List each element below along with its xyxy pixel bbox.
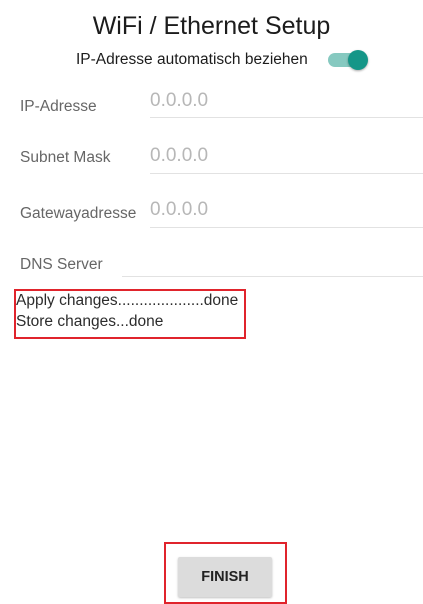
- ip-address-row: IP-Adresse 0.0.0.0: [0, 84, 423, 124]
- dns-server-label: DNS Server: [20, 256, 103, 273]
- ip-address-label: IP-Adresse: [20, 98, 97, 115]
- status-store-changes: Store changes...done: [16, 313, 164, 330]
- subnet-mask-field[interactable]: 0.0.0.0: [150, 145, 208, 167]
- status-apply-changes: Apply changes....................done: [16, 292, 239, 309]
- subnet-mask-label: Subnet Mask: [20, 149, 111, 166]
- dhcp-toggle-switch[interactable]: [324, 48, 372, 72]
- dns-server-underline: [122, 276, 423, 277]
- gateway-field[interactable]: 0.0.0.0: [150, 199, 208, 221]
- ip-address-field[interactable]: 0.0.0.0: [150, 90, 208, 112]
- subnet-mask-row: Subnet Mask 0.0.0.0: [0, 139, 423, 179]
- subnet-mask-underline: [150, 173, 423, 174]
- dns-server-row: DNS Server: [0, 249, 423, 289]
- dhcp-setting-row: IP-Adresse automatisch beziehen: [0, 48, 423, 72]
- finish-button[interactable]: FINISH: [178, 557, 272, 597]
- dhcp-toggle-label: IP-Adresse automatisch beziehen: [76, 51, 308, 68]
- gateway-label: Gatewayadresse: [20, 205, 137, 222]
- page-title: WiFi / Ethernet Setup: [92, 12, 331, 40]
- gateway-underline: [150, 227, 423, 228]
- toggle-knob: [348, 50, 368, 70]
- ip-address-underline: [150, 117, 423, 118]
- gateway-row: Gatewayadresse 0.0.0.0: [0, 194, 423, 234]
- status-log-highlight: Apply changes....................done St…: [14, 289, 246, 339]
